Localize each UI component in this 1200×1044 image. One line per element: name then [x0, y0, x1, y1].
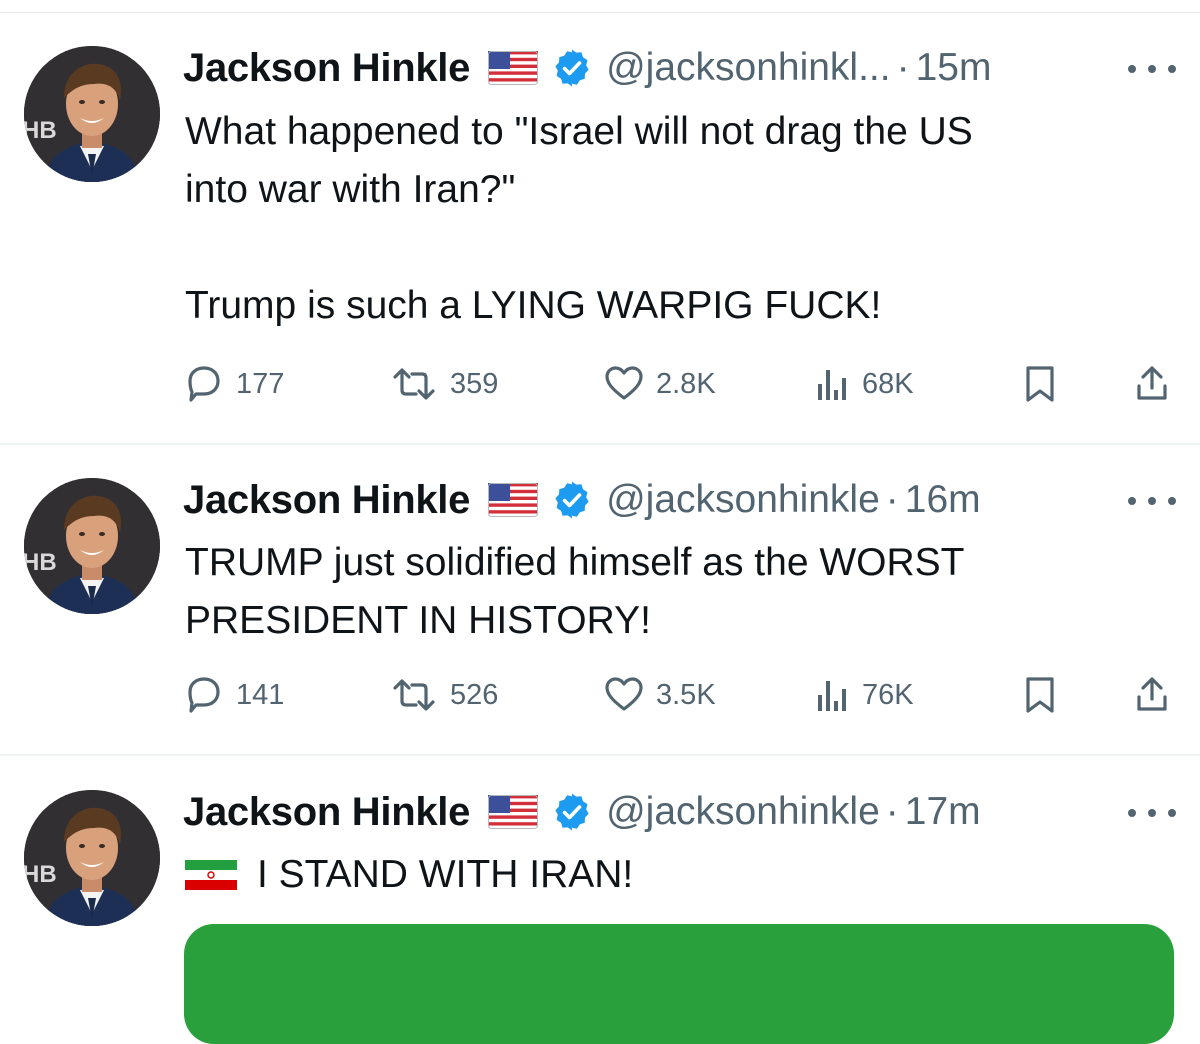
repost-button[interactable]: 359 — [390, 361, 498, 407]
us-flag-icon — [487, 50, 539, 86]
author-name[interactable]: Jackson Hinkle — [183, 790, 470, 835]
tweet-text-line: What happened to "Israel will not drag t… — [185, 110, 973, 153]
tweet-text: What happened to "Israel will not drag t… — [185, 103, 1175, 335]
bookmark-button[interactable] — [1022, 361, 1058, 407]
tweet-text-line: into war with Iran?" — [185, 168, 516, 211]
views-button[interactable]: 76K — [814, 672, 914, 718]
verified-badge-icon[interactable] — [552, 791, 592, 833]
like-count: 3.5K — [656, 678, 716, 711]
avatar[interactable] — [24, 790, 160, 926]
reply-count: 141 — [236, 678, 285, 711]
author-handle[interactable]: @jacksonhinkle — [606, 478, 880, 522]
bookmark-icon — [1026, 677, 1054, 713]
tweet-media[interactable] — [184, 924, 1174, 1044]
timestamp[interactable]: 17m — [905, 790, 981, 834]
heart-icon — [605, 677, 643, 711]
reply-button[interactable]: 141 — [184, 672, 284, 718]
tweet-text-line: Trump is such a LYING WARPIG FUCK! — [185, 284, 882, 327]
verified-badge-icon[interactable] — [552, 479, 592, 521]
tweet-text-line: TRUMP just solidified himself as the WOR… — [185, 541, 965, 584]
reply-button[interactable]: 177 — [184, 361, 284, 407]
author-name[interactable]: Jackson Hinkle — [183, 46, 470, 91]
separator-dot: · — [885, 478, 899, 521]
tweet-text: I STAND WITH IRAN! — [184, 846, 1175, 904]
views-icon — [818, 681, 846, 711]
author-name[interactable]: Jackson Hinkle — [183, 478, 470, 523]
views-button[interactable]: 68K — [814, 361, 914, 407]
separator-dot: · — [885, 790, 899, 833]
share-button[interactable] — [1134, 361, 1170, 407]
author-handle[interactable]: @jacksonhinkl... — [606, 46, 891, 90]
repost-count: 526 — [450, 678, 499, 711]
repost-count: 359 — [450, 367, 499, 400]
more-icon[interactable] — [1128, 59, 1176, 79]
reply-icon — [188, 677, 220, 713]
tweet-actions: 141 526 3.5K 76K — [184, 672, 1174, 718]
views-icon — [818, 370, 846, 400]
repost-icon — [393, 679, 435, 711]
tweet-text-line — [185, 219, 1175, 277]
avatar[interactable] — [24, 46, 160, 182]
tweet-1[interactable]: Jackson Hinkle @jacksonhinkl... · 15m Wh… — [0, 0, 1200, 444]
bookmark-icon — [1026, 366, 1054, 402]
share-icon — [1137, 677, 1167, 711]
repost-icon — [393, 368, 435, 400]
author-handle[interactable]: @jacksonhinkle — [606, 790, 880, 834]
tweet-actions: 177 359 2.8K 68K — [184, 361, 1174, 407]
views-count: 68K — [862, 367, 914, 400]
avatar[interactable] — [24, 478, 160, 614]
reply-count: 177 — [236, 367, 285, 400]
reply-icon — [188, 366, 220, 402]
timestamp[interactable]: 15m — [916, 46, 992, 90]
verified-badge-icon[interactable] — [552, 47, 592, 89]
iran-flag-icon — [184, 849, 238, 891]
repost-button[interactable]: 526 — [390, 672, 498, 718]
us-flag-icon — [487, 794, 539, 830]
us-flag-icon — [487, 482, 539, 518]
more-icon[interactable] — [1128, 491, 1176, 511]
views-count: 76K — [862, 678, 914, 711]
tweet-text: TRUMP just solidified himself as the WOR… — [185, 534, 1175, 650]
like-button[interactable]: 2.8K — [604, 361, 716, 407]
tweet-2[interactable]: Jackson Hinkle @jacksonhinkle · 16m TRUM… — [0, 444, 1200, 756]
heart-icon — [605, 366, 643, 400]
like-button[interactable]: 3.5K — [604, 672, 716, 718]
like-count: 2.8K — [656, 367, 716, 400]
tweet-text-line: I STAND WITH IRAN! — [184, 846, 1175, 904]
share-icon — [1137, 366, 1167, 400]
more-icon[interactable] — [1128, 803, 1176, 823]
tweet-text-line: PRESIDENT IN HISTORY! — [185, 599, 651, 642]
tweet-text-content: I STAND WITH IRAN! — [257, 853, 634, 896]
share-button[interactable] — [1134, 672, 1170, 718]
bookmark-button[interactable] — [1022, 672, 1058, 718]
separator-dot: · — [896, 46, 910, 89]
timestamp[interactable]: 16m — [905, 478, 981, 522]
